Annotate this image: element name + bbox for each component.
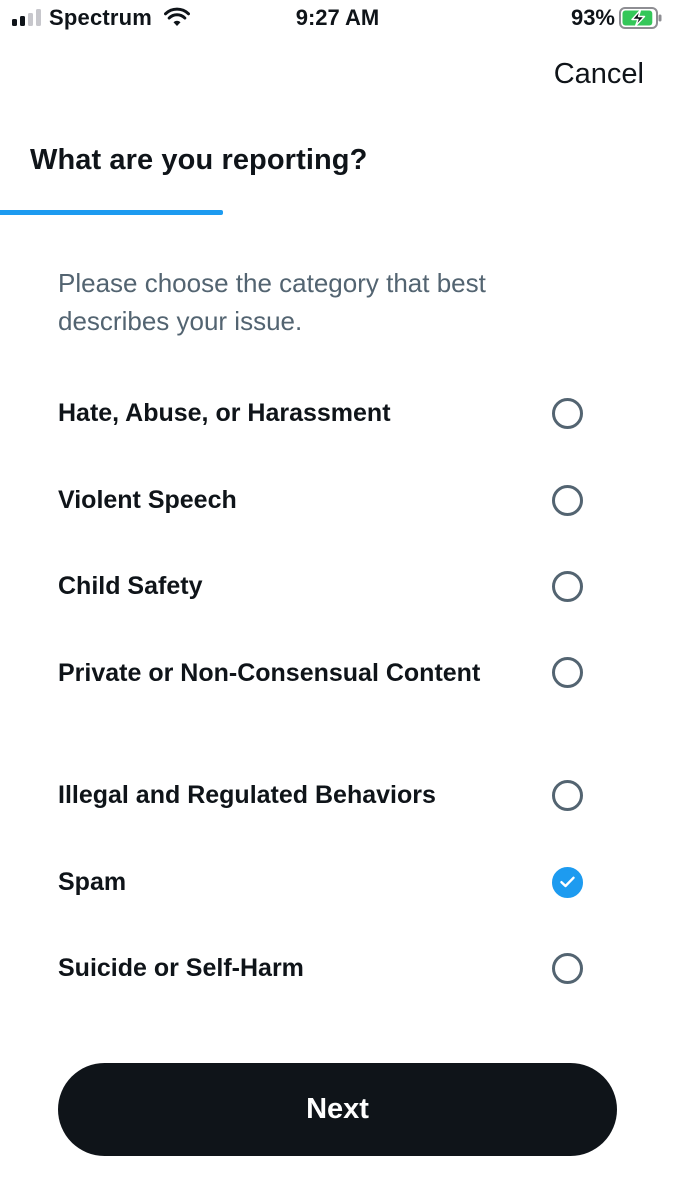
status-bar: Spectrum 9:27 AM 93% xyxy=(0,0,675,40)
category-option-label: Suicide or Self-Harm xyxy=(58,954,304,982)
battery-percentage: 93% xyxy=(570,5,615,30)
checkmark-icon xyxy=(560,876,575,888)
category-option-label: Hate, Abuse, or Harassment xyxy=(58,399,391,427)
radio-unchecked-icon[interactable] xyxy=(552,953,583,984)
radio-unchecked-icon[interactable] xyxy=(552,398,583,429)
battery-charging-icon xyxy=(619,7,662,29)
progress-bar xyxy=(0,210,223,215)
page-title: What are you reporting? xyxy=(30,144,368,176)
description-text: Please choose the category that best des… xyxy=(58,268,486,336)
category-option-label: Child Safety xyxy=(58,572,203,600)
category-option-label: Illegal and Regulated Behaviors xyxy=(58,781,436,809)
category-option-label: Spam xyxy=(58,868,127,896)
radio-unchecked-icon[interactable] xyxy=(552,780,583,811)
cancel-button[interactable]: Cancel xyxy=(554,58,644,91)
radio-unchecked-icon[interactable] xyxy=(552,657,583,688)
next-button[interactable]: Next xyxy=(58,1063,617,1156)
radio-checked-icon[interactable] xyxy=(552,867,583,898)
radio-unchecked-icon[interactable] xyxy=(552,571,583,602)
radio-unchecked-icon[interactable] xyxy=(552,485,583,516)
category-option-label: Private or Non-Consensual Content xyxy=(58,659,481,687)
category-option-label: Violent Speech xyxy=(58,486,237,514)
